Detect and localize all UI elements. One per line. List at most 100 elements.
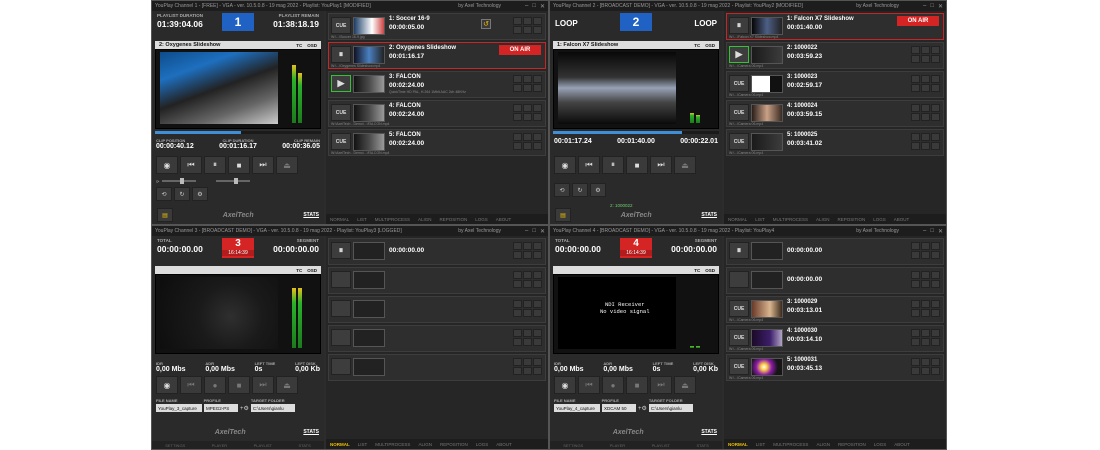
- next-button[interactable]: ⏭: [650, 376, 672, 394]
- playlist-item[interactable]: ▶ 2: 1000022 00:03:59.23 W:\...\Camera 0…: [726, 42, 944, 69]
- next-button[interactable]: ⏭: [650, 156, 672, 174]
- pause-button[interactable]: ⏸: [331, 242, 351, 259]
- pause-button[interactable]: ⏸: [729, 242, 749, 259]
- item-tools[interactable]: [911, 46, 941, 63]
- tab-about[interactable]: ABOUT: [894, 442, 910, 447]
- tab-playlist[interactable]: PLAYLIST: [652, 443, 670, 448]
- cue-button[interactable]: [331, 271, 351, 288]
- item-tools[interactable]: [513, 329, 543, 346]
- tc-toggle[interactable]: TC: [694, 268, 700, 273]
- profile-tools-icon[interactable]: +⚙: [638, 405, 647, 412]
- cue-button[interactable]: CUE: [331, 133, 351, 150]
- window-controls[interactable]: – □ ✕: [525, 3, 545, 10]
- cue-button[interactable]: [331, 358, 351, 375]
- loop-icon[interactable]: ↺: [481, 19, 491, 29]
- tab-logs[interactable]: LOGS: [476, 442, 489, 447]
- tab-align[interactable]: ALIGN: [418, 442, 432, 447]
- playlist-item[interactable]: CUE 4: FALCON 00:02:24.00 W:\AxelTech - …: [328, 100, 546, 127]
- stop-button[interactable]: ■: [228, 376, 250, 394]
- playlist-item[interactable]: CUE 4: 1000030 00:03:14.10 W:\...\Camera…: [726, 325, 944, 352]
- minimize-icon[interactable]: –: [525, 3, 528, 10]
- tab-multiprocess[interactable]: MULTIPROCESS: [375, 442, 410, 447]
- item-tools[interactable]: [513, 358, 543, 375]
- item-tools[interactable]: [513, 271, 543, 288]
- item-tools[interactable]: [911, 358, 941, 375]
- settings-icon[interactable]: ⚙: [590, 183, 606, 197]
- next-button[interactable]: ⏭: [252, 376, 274, 394]
- window-controls[interactable]: – □ ✕: [923, 3, 943, 10]
- osd-toggle[interactable]: OSD: [307, 268, 317, 273]
- stop-button[interactable]: ■: [626, 376, 648, 394]
- item-tools[interactable]: [513, 75, 543, 92]
- playlist-item[interactable]: CUE 4: 1000024 00:03:59.15 W:\...\Camera…: [726, 100, 944, 127]
- eject-button[interactable]: ⏏: [276, 376, 298, 394]
- tab-align[interactable]: ALIGN: [816, 217, 830, 222]
- previous-button[interactable]: ⏮: [180, 156, 202, 174]
- stats-link[interactable]: STATS: [303, 429, 319, 435]
- seek-bar[interactable]: [155, 131, 321, 134]
- close-icon[interactable]: ✕: [540, 3, 545, 10]
- item-tools[interactable]: [911, 75, 941, 92]
- stop-button[interactable]: ■: [626, 156, 648, 174]
- play-button[interactable]: ▶: [331, 75, 351, 92]
- tc-toggle[interactable]: TC: [296, 268, 302, 273]
- record-start-button[interactable]: ●: [602, 376, 624, 394]
- tab-normal[interactable]: NORMAL: [728, 217, 747, 222]
- tab-about[interactable]: ABOUT: [496, 442, 512, 447]
- item-tools[interactable]: [911, 242, 941, 259]
- record-button[interactable]: ◉: [554, 156, 576, 174]
- crop-slider[interactable]: [216, 178, 251, 184]
- cue-button[interactable]: [331, 329, 351, 346]
- refresh-icon[interactable]: ↻: [174, 187, 190, 201]
- record-start-button[interactable]: ●: [204, 376, 226, 394]
- eject-button[interactable]: ⏏: [674, 156, 696, 174]
- tab-multiprocess[interactable]: MULTIPROCESS: [773, 442, 808, 447]
- folder-icon[interactable]: ▤: [157, 208, 173, 222]
- tab-logs[interactable]: LOGS: [475, 217, 488, 222]
- tab-normal[interactable]: NORMAL: [330, 217, 349, 222]
- playlist-item[interactable]: 00:00:00.00: [726, 267, 944, 294]
- item-tools[interactable]: [911, 271, 941, 288]
- cue-button[interactable]: CUE: [729, 329, 749, 346]
- close-icon[interactable]: ✕: [938, 228, 943, 235]
- playlist-item[interactable]: CUE 3: 1000023 00:02:59.17 W:\...\Camera…: [726, 71, 944, 98]
- playlist-item[interactable]: CUE 3: 1000029 00:03:13.01 W:\...\Camera…: [726, 296, 944, 323]
- tc-toggle[interactable]: TC: [296, 43, 302, 48]
- osd-toggle[interactable]: OSD: [307, 43, 317, 48]
- item-tools[interactable]: [513, 242, 543, 259]
- minimize-icon[interactable]: –: [525, 228, 528, 235]
- pause-button[interactable]: ⏸: [331, 46, 351, 63]
- playlist-item[interactable]: CUE 5: 1000025 00:03:41.02 W:\...\Camera…: [726, 129, 944, 156]
- eject-button[interactable]: ⏏: [276, 156, 298, 174]
- pause-button[interactable]: ⏸: [602, 156, 624, 174]
- cue-button[interactable]: CUE: [729, 75, 749, 92]
- item-tools[interactable]: [513, 133, 543, 150]
- tab-reposition[interactable]: REPOSITION: [440, 442, 468, 447]
- tab-normal[interactable]: NORMAL: [330, 442, 350, 447]
- target-folder-input[interactable]: C:\Users\gianlu: [250, 404, 295, 412]
- eject-button[interactable]: ⏏: [674, 376, 696, 394]
- playlist-item-on-air[interactable]: ⏸ 2: Oxygenes Slideshow 00:01:16.17 W:\.…: [328, 42, 546, 69]
- osd-toggle[interactable]: OSD: [705, 43, 715, 48]
- item-tools[interactable]: [513, 300, 543, 317]
- tab-list[interactable]: LIST: [755, 217, 765, 222]
- cue-button[interactable]: CUE: [729, 300, 749, 317]
- cue-button[interactable]: CUE: [729, 104, 749, 121]
- file-name-input[interactable]: YouPlay_3_capture: [156, 404, 202, 412]
- window-controls[interactable]: – □ ✕: [923, 228, 943, 235]
- cue-button[interactable]: [331, 300, 351, 317]
- tab-player[interactable]: PLAYER: [212, 443, 228, 448]
- cue-button[interactable]: CUE: [331, 104, 351, 121]
- tab-normal[interactable]: NORMAL: [728, 442, 748, 447]
- seek-bar[interactable]: [553, 131, 719, 134]
- cue-button[interactable]: CUE: [331, 17, 351, 34]
- close-icon[interactable]: ✕: [540, 228, 545, 235]
- previous-button[interactable]: ⏮: [578, 156, 600, 174]
- tab-logs[interactable]: LOGS: [874, 442, 887, 447]
- item-tools[interactable]: [513, 17, 543, 34]
- close-icon[interactable]: ✕: [938, 3, 943, 10]
- item-tools[interactable]: [911, 104, 941, 121]
- profile-tools-icon[interactable]: +⚙: [240, 405, 249, 412]
- profile-select[interactable]: MPEG2-PS: [204, 404, 238, 412]
- playlist-item[interactable]: [328, 267, 546, 294]
